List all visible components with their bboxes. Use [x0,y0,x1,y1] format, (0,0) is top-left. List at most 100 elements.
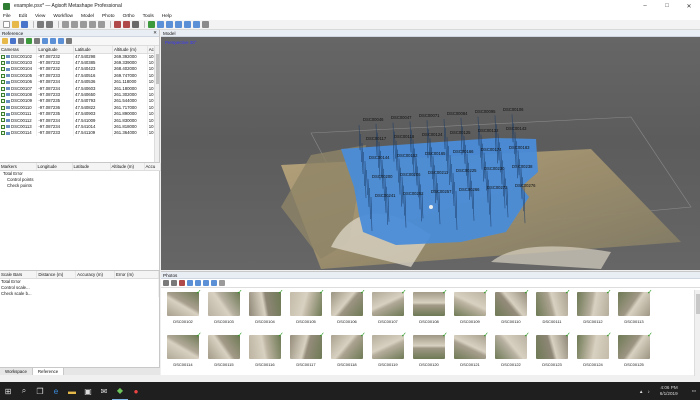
new-file-icon[interactable] [3,21,10,28]
enable-cameras-icon[interactable] [187,280,193,286]
column-header[interactable]: Accu [144,163,161,171]
camera-enabled-checkbox[interactable] [1,80,5,85]
camera-enabled-checkbox[interactable] [1,118,5,123]
show-markers-icon[interactable] [193,21,200,28]
search-icon[interactable]: ⌕ [16,382,32,400]
photo-thumbnail[interactable]: ✓ DSC00122 [492,332,530,371]
camera-row[interactable]: DSC00110 -97.087236 47.540822 261.717000 10 [0,104,159,111]
column-header[interactable]: Latitude [73,46,113,54]
photo-thumbnail[interactable]: ✓ DSC00118 [328,332,366,371]
camera-row[interactable]: DSC00113 -97.087234 47.541014 261.818000 10 [0,123,159,130]
photo-thumbnail[interactable]: ✓ DSC00110 [492,290,530,328]
rotate-icon[interactable] [89,21,96,28]
network-icon[interactable]: ▲ [639,389,644,394]
task-view-icon[interactable]: ❐ [32,382,48,400]
rotate-left-icon[interactable] [171,280,177,286]
camera-row[interactable]: DSC00102 -97.087232 47.540298 269.392000 10 [0,53,159,60]
column-header[interactable]: Latitude [72,163,111,171]
photo-thumbnail[interactable]: ✓ DSC00106 [328,290,366,328]
redo-icon[interactable] [46,21,53,28]
view-estimated-icon[interactable] [50,38,56,44]
photo-thumbnail[interactable]: ✓ DSC00119 [369,332,407,371]
clock[interactable]: 4:06 PM 6/1/2019 [660,385,678,397]
photo-thumbnail[interactable]: ✓ DSC00113 [615,290,653,328]
view-source-icon[interactable] [42,38,48,44]
column-header[interactable]: Altitude (m) [112,46,148,54]
move-icon[interactable] [80,21,87,28]
save-icon[interactable] [21,21,28,28]
file-explorer-icon[interactable]: ▬ [64,382,80,400]
camera-enabled-checkbox[interactable] [1,99,5,104]
column-header[interactable]: Cameras [0,46,38,54]
mail-icon[interactable]: ✉ [96,382,112,400]
notifications-icon[interactable]: ▭ [692,388,696,394]
menu-ortho[interactable]: Ortho [123,14,135,19]
store-icon[interactable]: ▣ [80,382,96,400]
tab-reference[interactable]: Reference [32,368,65,375]
photo-thumbnail[interactable]: ✓ DSC00111 [533,290,571,328]
camera-row[interactable]: DSC00114 -97.087233 47.541109 261.364000 10 [0,129,159,137]
close-button[interactable]: ✕ [678,0,700,12]
menu-photo[interactable]: Photo [102,14,115,19]
photo-thumbnail[interactable]: ✓ DSC00104 [246,290,284,328]
dropdown-icon[interactable] [219,280,225,286]
camera-enabled-checkbox[interactable] [1,60,5,65]
camera-row[interactable]: DSC00109 -97.087235 47.540793 261.544000 10 [0,97,159,105]
photos-scrollbar[interactable] [694,290,700,376]
photo-thumbnail[interactable]: ✓ DSC00112 [574,290,612,328]
view-icons-icon[interactable] [203,280,209,286]
menu-model[interactable]: Model [81,14,94,19]
menu-file[interactable]: File [3,14,11,19]
photo-thumbnail[interactable]: ✓ DSC00121 [451,332,489,371]
view-errors-icon[interactable] [58,38,64,44]
camera-row[interactable]: DSC00112 -97.087234 47.541009 261.830000 10 [0,116,159,124]
camera-enabled-checkbox[interactable] [1,105,5,110]
metashape-taskbar-icon[interactable]: ◆ [112,382,128,400]
resize-icon[interactable] [98,21,105,28]
photo-thumbnail[interactable]: ✓ DSC00125 [615,332,653,371]
show-cameras-icon[interactable] [184,21,191,28]
pivot-icon[interactable] [429,205,433,209]
close-pane-icon[interactable]: ✕ [153,30,157,36]
column-header[interactable]: Distance (m) [36,271,77,279]
camera-enabled-checkbox[interactable] [1,92,5,97]
photo-thumbnail[interactable]: ✓ DSC00107 [369,290,407,328]
camera-enabled-checkbox[interactable] [1,124,5,129]
photo-thumbnail[interactable]: ✓ DSC00116 [246,332,284,371]
photo-thumbnail[interactable]: ✓ DSC00102 [164,290,202,328]
camera-row[interactable]: DSC00104 -97.087232 47.540423 268.402000 10 [0,65,159,73]
undo-icon[interactable] [37,21,44,28]
menu-help[interactable]: Help [162,14,172,19]
camera-row[interactable]: DSC00111 -97.087235 47.540903 261.890000 10 [0,110,159,117]
camera-row[interactable]: DSC00107 -97.087234 47.540603 261.180000 10 [0,84,159,92]
edge-icon[interactable]: e [48,382,64,400]
reset-filter-icon[interactable] [179,280,185,286]
export-icon[interactable] [10,38,16,44]
menu-workflow[interactable]: Workflow [53,14,73,19]
shaded-model-icon[interactable] [166,21,173,28]
import-icon[interactable] [2,38,8,44]
menu-tools[interactable]: Tools [143,14,154,19]
convert-icon[interactable] [18,38,24,44]
camera-row[interactable]: DSC00106 -97.087234 47.540536 261.118000 10 [0,78,159,85]
column-header[interactable]: Scale Bars [0,271,38,279]
start-icon[interactable]: ⊞ [0,382,16,400]
camera-enabled-checkbox[interactable] [1,54,5,59]
point-cloud-icon[interactable] [157,21,164,28]
settings-icon[interactable] [66,38,72,44]
crop-selection-icon[interactable] [123,21,130,28]
remove-photos-icon[interactable] [163,280,169,286]
column-header[interactable]: Altitude (m) [110,163,145,171]
delete-selection-icon[interactable] [114,21,121,28]
rectangle-selection-icon[interactable] [71,21,78,28]
column-header[interactable]: Accuracy (m) [75,271,115,279]
tab-workspace[interactable]: Workspace [0,368,33,375]
maximize-button[interactable]: □ [656,0,678,12]
camera-enabled-checkbox[interactable] [1,73,5,78]
column-header[interactable]: Markers [0,163,37,171]
camera-enabled-checkbox[interactable] [1,67,5,72]
view-large-icon[interactable] [211,280,217,286]
photo-thumbnail[interactable]: ✓ DSC00115 [205,332,243,371]
chrome-icon[interactable]: ● [128,382,144,400]
camera-enabled-checkbox[interactable] [1,112,5,117]
